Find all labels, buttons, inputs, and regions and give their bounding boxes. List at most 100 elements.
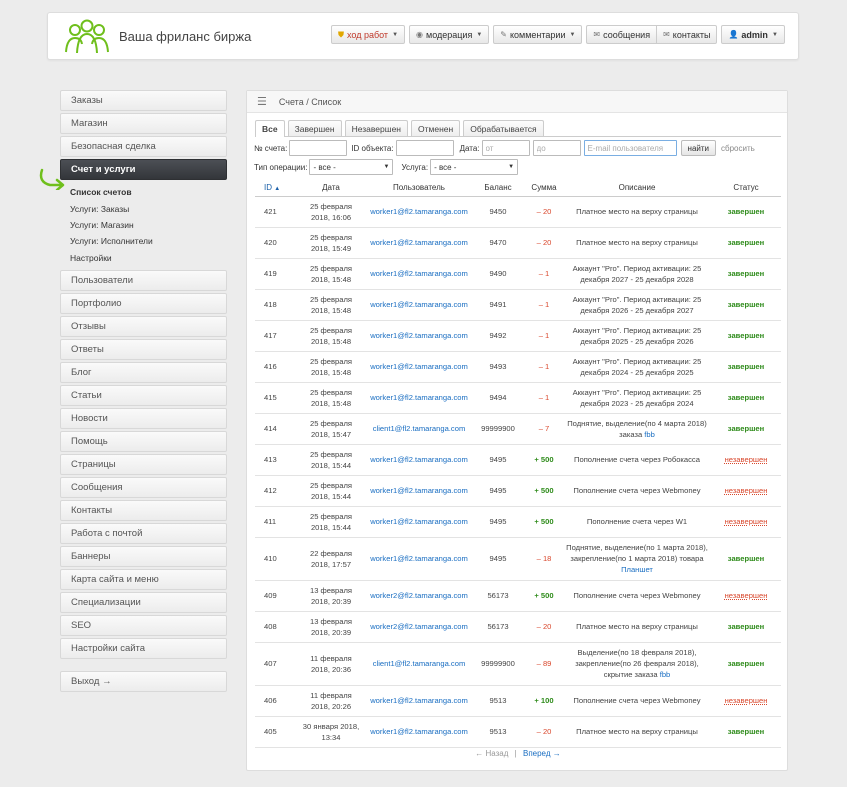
user-email-link[interactable]: worker1@fl2.tamaranga.com [370, 696, 468, 705]
user-email-link[interactable]: worker1@fl2.tamaranga.com [370, 300, 468, 309]
sidebar-item-portfolio[interactable]: Портфолио [60, 292, 227, 314]
user-email-link[interactable]: worker1@fl2.tamaranga.com [370, 207, 468, 216]
subnav-item-services-shop[interactable]: Услуги: Магазин [70, 217, 227, 233]
sidebar-item-orders[interactable]: Заказы [60, 90, 227, 111]
user-email-link[interactable]: client1@fl2.tamaranga.com [373, 659, 466, 668]
reset-link[interactable]: сбросить [721, 144, 755, 153]
cell-user: worker1@fl2.tamaranga.com [367, 444, 471, 476]
row-sum: + 100 [534, 696, 554, 705]
column-header-id[interactable]: ID ▲ [255, 180, 295, 197]
object-link[interactable]: Планшет [621, 565, 653, 574]
user-email-link[interactable]: worker1@fl2.tamaranga.com [370, 393, 468, 402]
top-navigation: ⛊ ход работ ▼ ◉ модерация ▼ ✎ комментари… [331, 25, 789, 44]
user-email-link[interactable]: worker1@fl2.tamaranga.com [370, 238, 468, 247]
find-button[interactable]: найти [680, 140, 716, 156]
worker-menu-button[interactable]: ⛊ ход работ ▼ [331, 25, 406, 44]
sidebar-item-shop[interactable]: Магазин [60, 113, 227, 134]
service-select[interactable]: - все - ▼ [430, 159, 519, 175]
user-email-link[interactable]: worker1@fl2.tamaranga.com [370, 455, 468, 464]
sidebar-item-articles[interactable]: Статьи [60, 384, 227, 406]
status-badge: завершен [727, 331, 765, 340]
sidebar-item-label: Баннеры [71, 550, 111, 562]
subnav-item-settings[interactable]: Настройки [70, 250, 227, 266]
user-email-link[interactable]: worker1@fl2.tamaranga.com [370, 362, 468, 371]
tab-incomplete[interactable]: Незавершен [344, 120, 408, 136]
sidebar-item-reviews[interactable]: Отзывы [60, 315, 227, 337]
sidebar-item-help[interactable]: Помощь [60, 430, 227, 452]
tab-completed[interactable]: Завершен [287, 120, 342, 136]
sidebar-item-seo[interactable]: SEO [60, 614, 227, 636]
contacts-button[interactable]: ✉ контакты [656, 25, 718, 44]
sidebar-item-news[interactable]: Новости [60, 407, 227, 429]
date-to-input[interactable] [532, 140, 581, 156]
cell-description: Аккаунт "Pro". Период активации: 25 декаб… [563, 320, 711, 352]
sidebar-item-users[interactable]: Пользователи [60, 269, 227, 291]
email-search-input[interactable] [583, 140, 677, 156]
row-sum: – 20 [536, 207, 552, 216]
moderation-menu-button[interactable]: ◉ модерация ▼ [409, 25, 490, 44]
cell-balance: 9513 [471, 716, 525, 748]
user-email-link[interactable]: worker1@fl2.tamaranga.com [370, 517, 468, 526]
row-id: 412 [264, 486, 277, 495]
tab-processing[interactable]: Обрабатывается [463, 120, 544, 136]
chevron-down-icon: ▼ [508, 164, 515, 170]
user-email-link[interactable]: worker1@fl2.tamaranga.com [370, 486, 468, 495]
table-row: 420 25 февраля 2018, 15:49 worker1@fl2.tama… [255, 227, 781, 259]
row-date-line: 25 февраля [309, 356, 353, 366]
header-bar: Ваша фриланс биржа ⛊ ход работ ▼ ◉ модер… [47, 12, 799, 60]
cell-status: завершен [711, 382, 781, 414]
cell-sum: – 20 [525, 196, 563, 228]
messages-button[interactable]: ✉ сообщения [586, 25, 657, 44]
eye-icon: ◉ [416, 30, 423, 39]
row-id: 415 [264, 393, 277, 402]
user-email-link[interactable]: worker1@fl2.tamaranga.com [370, 331, 468, 340]
next-page-link[interactable]: Вперед → [523, 749, 561, 758]
sidebar-item-messages[interactable]: Сообщения [60, 476, 227, 498]
bill-no-input[interactable] [289, 140, 348, 156]
op-type-select[interactable]: - все - ▼ [309, 159, 394, 175]
sidebar-item-contacts[interactable]: Контакты [60, 499, 227, 521]
row-sum: + 500 [534, 486, 554, 495]
subnav-item-services-orders[interactable]: Услуги: Заказы [70, 200, 227, 216]
sidebar-item-banners[interactable]: Баннеры [60, 545, 227, 567]
sidebar-item-sitemap[interactable]: Карта сайта и меню [60, 568, 227, 590]
row-date-line: 2018, 20:39 [310, 627, 352, 637]
sidebar-item-specs[interactable]: Специализации [60, 591, 227, 613]
user-menu-button[interactable]: 👤 admin ▼ [721, 25, 785, 44]
row-description-line: декабря 2026 - 25 декабря 2027 [580, 305, 694, 315]
cell-user: worker1@fl2.tamaranga.com [367, 289, 471, 321]
sidebar-item-safe-deal[interactable]: Безопасная сделка [60, 136, 227, 157]
user-email-link[interactable]: worker2@fl2.tamaranga.com [370, 591, 468, 600]
tab-cancelled[interactable]: Отменен [411, 120, 461, 136]
cell-user: worker1@fl2.tamaranga.com [367, 475, 471, 507]
user-email-link[interactable]: worker1@fl2.tamaranga.com [370, 554, 468, 563]
object-link[interactable]: fbb [644, 430, 655, 439]
sidebar-item-pages[interactable]: Страницы [60, 453, 227, 475]
sidebar-item-label: Магазин [71, 118, 108, 129]
sidebar-item-site-settings[interactable]: Настройки сайта [60, 637, 227, 659]
subnav-item-bills-list[interactable]: Список счетов [70, 184, 227, 200]
logout-button[interactable]: Выход → [60, 670, 227, 692]
date-from-input[interactable] [481, 140, 530, 156]
row-description-line: Аккаунт "Pro". Период активации: 25 [572, 263, 702, 273]
menu-icon[interactable]: ☰ [257, 95, 267, 108]
logo-icon[interactable] [63, 18, 111, 56]
sidebar-item-blog[interactable]: Блог [60, 361, 227, 383]
user-email-link[interactable]: worker1@fl2.tamaranga.com [370, 727, 468, 736]
comments-menu-button[interactable]: ✎ комментарии ▼ [493, 25, 583, 44]
object-id-input[interactable] [395, 140, 454, 156]
sidebar-item-answers[interactable]: Ответы [60, 338, 227, 360]
user-email-link[interactable]: worker2@fl2.tamaranga.com [370, 622, 468, 631]
tab-all[interactable]: Все [255, 120, 285, 137]
table-row: 405 30 января 2018, 13:34 worker1@fl2.tamar… [255, 716, 781, 748]
prev-page-link[interactable]: ← Назад [475, 749, 508, 758]
sidebar-item-bills[interactable]: Счет и услуги [60, 159, 227, 180]
user-email-link[interactable]: client1@fl2.tamaranga.com [373, 424, 466, 433]
sidebar-bottom-list: Пользователи Портфолио Отзывы Ответы Блог Ста… [60, 269, 227, 659]
cell-balance: 9491 [471, 289, 525, 321]
user-email-link[interactable]: worker1@fl2.tamaranga.com [370, 269, 468, 278]
sidebar-item-mail[interactable]: Работа с почтой [60, 522, 227, 544]
subnav-item-services-performers[interactable]: Услуги: Исполнители [70, 233, 227, 249]
cell-user: worker1@fl2.tamaranga.com [367, 227, 471, 259]
object-link[interactable]: fbb [660, 670, 671, 679]
